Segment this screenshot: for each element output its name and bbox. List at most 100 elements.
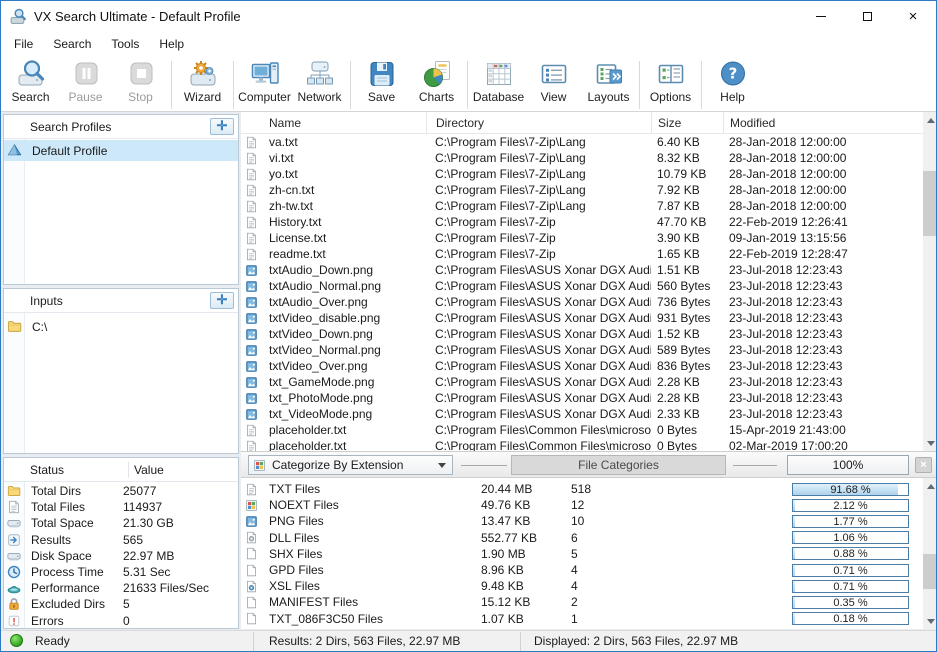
category-row[interactable]: PNG Files13.47 KB101.77 % [241, 513, 923, 529]
column-header-directory[interactable]: Directory [426, 112, 651, 133]
menu-search[interactable]: Search [43, 33, 101, 55]
menu-tools[interactable]: Tools [101, 33, 149, 55]
profile-icon [7, 143, 22, 158]
file-row[interactable]: placeholder.txtC:\Program Files\Common F… [241, 422, 923, 438]
close-panel-button[interactable]: × [915, 457, 932, 473]
toolbar-pause-button[interactable]: Pause [58, 59, 113, 109]
file-type-cell [241, 152, 263, 165]
column-header-name[interactable]: Name [241, 112, 426, 133]
results-icon [7, 533, 21, 547]
column-header-modified[interactable]: Modified [723, 112, 923, 133]
scroll-up-button[interactable] [923, 478, 937, 494]
input-item-label: C:\ [32, 320, 47, 334]
toolbar-help-button[interactable]: ?Help [705, 59, 760, 109]
category-row[interactable]: GPD Files8.96 KB40.71 % [241, 562, 923, 578]
category-row[interactable]: XSL Files9.48 KB40.71 % [241, 578, 923, 594]
displayed-summary: Displayed: 2 Dirs, 563 Files, 22.97 MB [534, 634, 738, 648]
blank-category-icon [245, 564, 258, 577]
category-row[interactable]: DLL Files552.77 KB61.06 % [241, 530, 923, 546]
toolbar-save-button[interactable]: Save [354, 59, 409, 109]
xsl-category-icon [245, 580, 258, 593]
status-label: Results [31, 533, 123, 547]
minimize-button[interactable] [798, 1, 844, 31]
file-row[interactable]: txtVideo_Over.pngC:\Program Files\ASUS X… [241, 358, 923, 374]
input-item[interactable]: C:\ [4, 316, 238, 337]
close-button[interactable]: × [890, 1, 936, 31]
file-modified-cell: 02-Mar-2019 17:00:20 [723, 439, 923, 451]
toolbar-layouts-button[interactable]: Layouts [581, 59, 636, 109]
file-row[interactable]: txtVideo_disable.pngC:\Program Files\ASU… [241, 310, 923, 326]
category-size-cell: 1.90 MB [475, 547, 565, 561]
toolbar-search-button[interactable]: Search [3, 59, 58, 109]
zoom-level-button[interactable]: 100% [787, 455, 909, 475]
category-scrollbar[interactable] [923, 478, 937, 629]
toolbar-wizard-button[interactable]: Wizard [175, 59, 230, 109]
scroll-track[interactable] [923, 128, 937, 435]
scroll-up-button[interactable] [923, 112, 937, 128]
file-row[interactable]: placeholder.txtC:\Program Files\Common F… [241, 438, 923, 451]
scroll-thumb[interactable] [923, 171, 937, 236]
toolbar-network-button[interactable]: Network [292, 59, 347, 109]
file-row[interactable]: License.txtC:\Program Files\7-Zip3.90 KB… [241, 230, 923, 246]
file-categories-button[interactable]: File Categories [511, 455, 726, 475]
add-input-button[interactable]: ✛ [210, 292, 234, 309]
file-name-cell: txt_PhotoMode.png [263, 391, 426, 405]
file-row[interactable]: txtAudio_Over.pngC:\Program Files\ASUS X… [241, 294, 923, 310]
folder-icon [7, 319, 22, 334]
file-row[interactable]: readme.txtC:\Program Files\7-Zip1.65 KB2… [241, 246, 923, 262]
toolbar-database-button[interactable]: Database [471, 59, 526, 109]
file-directory-cell: C:\Program Files\ASUS Xonar DGX Audio... [426, 279, 651, 293]
toolbar-button-label: Stop [128, 90, 153, 104]
percent-label: 91.68 % [793, 484, 908, 495]
profile-item[interactable]: Default Profile [4, 140, 238, 161]
file-row[interactable]: txt_VideoMode.pngC:\Program Files\ASUS X… [241, 406, 923, 422]
file-row[interactable]: zh-tw.txtC:\Program Files\7-Zip\Lang7.87… [241, 198, 923, 214]
file-row[interactable]: txt_PhotoMode.pngC:\Program Files\ASUS X… [241, 390, 923, 406]
category-type-cell [241, 564, 263, 577]
maximize-button[interactable] [844, 1, 890, 31]
file-row[interactable]: History.txtC:\Program Files\7-Zip47.70 K… [241, 214, 923, 230]
file-list-scrollbar[interactable] [923, 112, 937, 451]
scroll-thumb[interactable] [923, 554, 937, 589]
toolbar-options-button[interactable]: Options [643, 59, 698, 109]
file-row[interactable]: vi.txtC:\Program Files\7-Zip\Lang8.32 KB… [241, 150, 923, 166]
percent-label: 0.88 % [793, 548, 908, 559]
toolbar-stop-button[interactable]: Stop [113, 59, 168, 109]
add-profile-button[interactable]: ✛ [210, 118, 234, 135]
file-row[interactable]: yo.txtC:\Program Files\7-Zip\Lang10.79 K… [241, 166, 923, 182]
category-type-cell [241, 596, 263, 609]
file-name-cell: placeholder.txt [263, 423, 426, 437]
error-icon [7, 614, 21, 628]
file-row[interactable]: va.txtC:\Program Files\7-Zip\Lang6.40 KB… [241, 134, 923, 150]
category-row[interactable]: TXT Files20.44 MB51891.68 % [241, 481, 923, 497]
category-bar-cell: 1.06 % [792, 531, 909, 544]
category-row[interactable]: NOEXT Files49.76 KB122.12 % [241, 497, 923, 513]
scroll-down-button[interactable] [923, 435, 937, 451]
png-file-icon [245, 312, 258, 325]
file-row[interactable]: txtAudio_Down.pngC:\Program Files\ASUS X… [241, 262, 923, 278]
toolbar-charts-button[interactable]: Charts [409, 59, 464, 109]
toolbar-view-button[interactable]: View [526, 59, 581, 109]
category-row[interactable]: MANIFEST Files15.12 KB20.35 % [241, 594, 923, 610]
category-row[interactable]: SHX Files1.90 MB50.88 % [241, 546, 923, 562]
file-row[interactable]: txt_GameMode.pngC:\Program Files\ASUS Xo… [241, 374, 923, 390]
menu-help[interactable]: Help [149, 33, 194, 55]
file-row[interactable]: txtVideo_Normal.pngC:\Program Files\ASUS… [241, 342, 923, 358]
category-row[interactable]: TXT_086F3C50 Files1.07 KB10.18 % [241, 611, 923, 627]
column-header-size[interactable]: Size [651, 112, 723, 133]
toolbar-button-label: Help [720, 90, 745, 104]
file-directory-cell: C:\Program Files\ASUS Xonar DGX Audio... [426, 407, 651, 421]
scroll-track[interactable] [923, 494, 937, 613]
maximize-icon [863, 12, 872, 21]
file-row[interactable]: txtVideo_Down.pngC:\Program Files\ASUS X… [241, 326, 923, 342]
percent-bar: 0.35 % [792, 596, 909, 609]
file-row[interactable]: zh-cn.txtC:\Program Files\7-Zip\Lang7.92… [241, 182, 923, 198]
profile-item-label: Default Profile [32, 144, 107, 158]
categorize-mode-select[interactable]: Categorize By Extension [248, 455, 453, 475]
menu-file[interactable]: File [4, 33, 43, 55]
status-row: Errors0 [4, 613, 238, 629]
arrow-down-icon [927, 441, 935, 446]
scroll-down-button[interactable] [923, 613, 937, 629]
toolbar-computer-button[interactable]: Computer [237, 59, 292, 109]
file-row[interactable]: txtAudio_Normal.pngC:\Program Files\ASUS… [241, 278, 923, 294]
